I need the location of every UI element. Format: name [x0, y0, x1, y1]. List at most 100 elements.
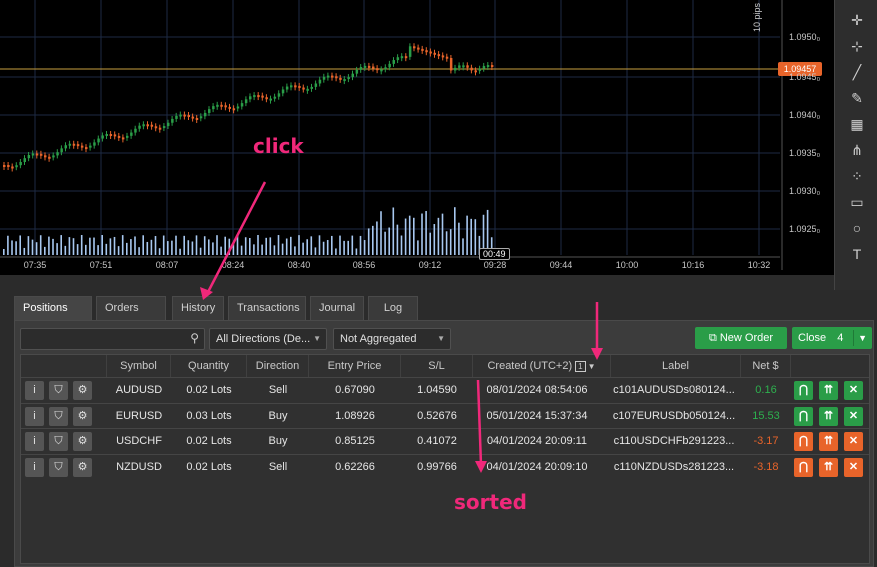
cell-quantity: 0.02 Lots	[186, 435, 232, 447]
close-position-icon[interactable]: ✕	[844, 381, 863, 400]
tab-orders[interactable]: Orders0	[96, 296, 166, 338]
info-icon[interactable]: i	[25, 381, 44, 400]
candle-body	[121, 137, 125, 140]
price-chart[interactable]: 10 pips 1.09457 00:49 07:35 07:51 08:07 08:…	[0, 0, 834, 275]
reverse-icon[interactable]: ⋂	[794, 406, 813, 426]
column-header-symbol[interactable]: Symbol	[107, 355, 171, 377]
shield-icon[interactable]: ⛉	[49, 381, 68, 400]
gear-icon[interactable]: ⚙	[73, 406, 92, 426]
close-all-button[interactable]: Close 4 ▼	[792, 327, 872, 349]
shield-icon[interactable]: ⛉	[49, 406, 68, 426]
volume-bar	[162, 235, 165, 255]
gear-icon[interactable]: ⚙	[73, 457, 92, 477]
column-header-net[interactable]: Net $	[741, 355, 791, 377]
chevron-down-icon[interactable]: ▼	[858, 327, 867, 349]
tab-transactions[interactable]: Transactions	[228, 296, 306, 320]
close-position-icon[interactable]: ✕	[844, 406, 863, 426]
line-icon[interactable]: ╱	[845, 62, 869, 82]
column-header-direction[interactable]: Direction	[247, 355, 309, 377]
candle-body	[290, 85, 293, 88]
candle-body	[376, 68, 379, 71]
grid-icon[interactable]: ⁘	[845, 166, 869, 186]
cursor-icon[interactable]: ⊹	[845, 36, 869, 56]
x-tick-label: 07:51	[89, 260, 113, 270]
candle-body	[31, 153, 35, 156]
direction-filter-select[interactable]: All Directions (De... ▼	[209, 328, 327, 350]
tab-history[interactable]: History	[172, 296, 224, 320]
volume-bar	[3, 249, 5, 255]
candle-body	[167, 122, 170, 127]
gear-icon[interactable]: ⚙	[73, 381, 92, 400]
volume-bar	[462, 238, 464, 255]
candle-body	[212, 106, 215, 110]
volume-bar	[335, 248, 337, 255]
volume-bar	[97, 245, 99, 255]
candle-body	[183, 114, 186, 117]
column-header-quantity[interactable]: Quantity	[171, 355, 247, 377]
volume-bar	[158, 248, 161, 255]
new-order-button[interactable]: ⧉ New Order	[695, 327, 787, 349]
tab-label: Journal	[319, 302, 356, 314]
fib-icon[interactable]: ▦	[845, 114, 869, 134]
sort-desc-icon: ▼	[587, 362, 596, 371]
volume-bar	[52, 238, 54, 255]
gear-icon[interactable]: ⚙	[73, 432, 92, 451]
aggregation-select[interactable]: Not Aggregated ▼	[333, 328, 451, 350]
volume-bar	[454, 207, 456, 255]
tab-log[interactable]: Log	[368, 296, 418, 320]
column-header-row-actions	[791, 355, 869, 377]
pitchfork-icon[interactable]: ⋔	[845, 140, 869, 160]
candle-body	[298, 85, 301, 88]
double-up-icon[interactable]: ⇈	[819, 381, 838, 400]
shield-icon[interactable]: ⛉	[49, 457, 68, 477]
candle-body	[363, 65, 367, 68]
candle-body	[277, 93, 281, 97]
close-position-icon[interactable]: ✕	[844, 457, 863, 477]
cell-sl: 0.99766	[417, 460, 457, 473]
y-tick-label: 1.0935₀	[789, 148, 821, 158]
candle-body	[392, 60, 395, 64]
volume-bar	[392, 207, 395, 255]
tab-journal[interactable]: Journal	[310, 296, 364, 320]
volume-bar	[281, 243, 284, 255]
volume-bar	[466, 215, 468, 255]
table-row[interactable]: i ⛉ ⚙ AUDUSD 0.02 Lots Sell 0.67090 1.04590 08/0…	[21, 377, 869, 402]
circle-icon[interactable]: ○	[845, 218, 869, 238]
close-position-icon[interactable]: ✕	[844, 432, 863, 451]
rectangle-icon[interactable]: ▭	[845, 192, 869, 212]
volume-bar	[154, 236, 157, 255]
cell-quantity: 0.03 Lots	[186, 409, 232, 422]
cell-entry: 0.85125	[335, 435, 375, 447]
pen-icon[interactable]: ✎	[845, 88, 869, 108]
tab-positions[interactable]: Positions4	[14, 296, 92, 338]
created-header-label: Created (UTC+2)	[487, 360, 573, 372]
candle-body	[417, 47, 420, 50]
column-header-created[interactable]: Created (UTC+2) 1 ▼	[473, 355, 611, 377]
reverse-icon[interactable]: ⋂	[794, 381, 813, 400]
double-up-icon[interactable]: ⇈	[819, 406, 838, 426]
double-up-icon[interactable]: ⇈	[819, 457, 838, 477]
cell-net: 0.16	[755, 384, 777, 396]
reverse-icon[interactable]: ⋂	[794, 432, 813, 451]
chart-canvas[interactable]	[0, 0, 834, 275]
volume-bar	[310, 236, 313, 255]
volume-bar	[314, 247, 317, 255]
double-up-icon[interactable]: ⇈	[819, 432, 838, 451]
column-header-sl[interactable]: S/L	[401, 355, 473, 377]
shield-icon[interactable]: ⛉	[49, 432, 68, 451]
search-input[interactable]: ⚲	[20, 328, 205, 350]
info-icon[interactable]: i	[25, 457, 44, 477]
info-icon[interactable]: i	[25, 406, 44, 426]
column-header-entry-price[interactable]: Entry Price	[309, 355, 401, 377]
table-row[interactable]: i ⛉ ⚙ EURUSD 0.03 Lots Buy 1.08926 0.52676 05/01…	[21, 402, 869, 428]
table-row[interactable]: i ⛉ ⚙ USDCHF 0.02 Lots Buy 0.85125 0.41072 04/01…	[21, 428, 869, 453]
column-header-label[interactable]: Label	[611, 355, 741, 377]
candle-body	[404, 56, 408, 59]
table-row[interactable]: i ⛉ ⚙ NZDUSD 0.02 Lots Sell 0.62266 0.99766 04/0…	[21, 453, 869, 479]
crosshair-icon[interactable]: ✛	[845, 10, 869, 30]
volume-bar	[35, 242, 38, 255]
reverse-icon[interactable]: ⋂	[794, 457, 813, 477]
info-icon[interactable]: i	[25, 432, 44, 451]
volume-bar	[417, 240, 419, 255]
text-icon[interactable]: T	[845, 244, 869, 264]
